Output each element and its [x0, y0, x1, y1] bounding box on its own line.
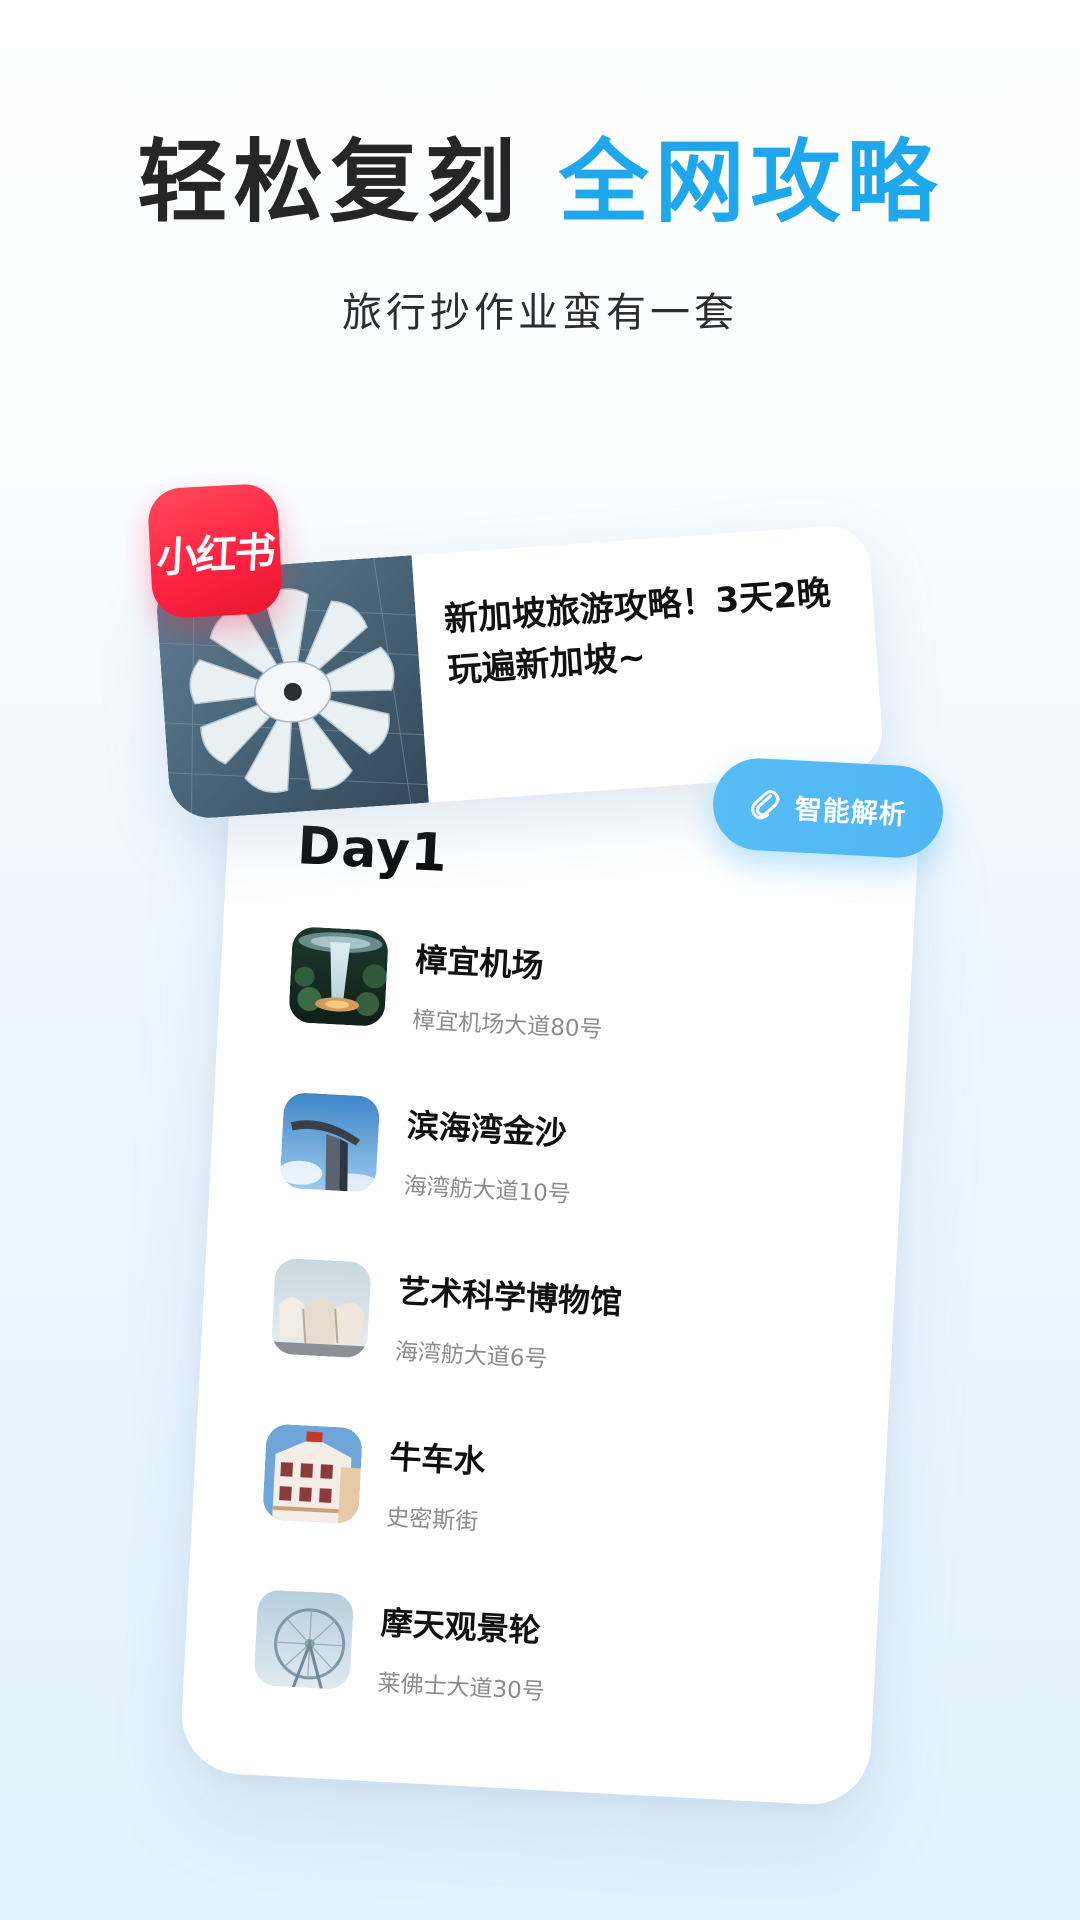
place-address: 海湾舫大道6号	[394, 1339, 549, 1373]
headline: 轻松复刻 全网攻略	[0, 138, 1080, 228]
place-address: 樟宜机场大道80号	[411, 1007, 604, 1044]
place-list: 樟宜机场 樟宜机场大道80号 滨海湾金沙 海湾舫大道10号 艺术科学博物馆 海湾…	[250, 926, 853, 1784]
place-name: 牛车水	[388, 1437, 487, 1481]
place-item-singapore-flyer[interactable]: 摩天观景轮 莱佛士大道30号	[250, 1589, 818, 1784]
paperclip-icon	[751, 790, 780, 820]
subtitle: 旅行抄作业蛮有一套	[342, 290, 738, 336]
place-address: 莱佛士大道30号	[376, 1670, 546, 1706]
headline-part-2: 全网攻略	[558, 130, 943, 235]
xiaohongshu-logo: 小红书	[146, 482, 284, 620]
chinatown-thumbnail	[262, 1423, 363, 1525]
place-item-chinatown[interactable]: 牛车水 史密斯街	[258, 1423, 826, 1618]
place-name: 摩天观景轮	[379, 1603, 542, 1650]
smart-parse-button[interactable]: 智能解析	[710, 756, 946, 860]
day-title: Day1	[295, 816, 450, 885]
changi-airport-thumbnail	[288, 926, 390, 1027]
place-address: 史密斯街	[385, 1504, 479, 1536]
place-address: 海湾舫大道10号	[403, 1173, 572, 1208]
post-title: 新加坡旅游攻略！3天2晚玩遍新加坡~	[442, 573, 832, 691]
marina-bay-sands-thumbnail	[279, 1091, 381, 1193]
xiaohongshu-logo-text: 小红书	[155, 527, 275, 583]
itinerary-card: Day1 樟宜机场 樟宜机场大道80号 滨海湾金沙 海湾舫大道10号 艺术科学博…	[178, 752, 922, 1808]
place-item-marina-bay-sands[interactable]: 滨海湾金沙 海湾舫大道10号	[276, 1091, 844, 1287]
headline-part-1: 轻松复刻	[137, 130, 522, 235]
artscience-museum-thumbnail	[270, 1257, 372, 1359]
smart-parse-label: 智能解析	[794, 793, 908, 831]
place-name: 樟宜机场	[414, 940, 545, 986]
place-item-artscience-museum[interactable]: 艺术科学博物馆 海湾舫大道6号	[267, 1257, 835, 1453]
place-item-changi-airport[interactable]: 樟宜机场 樟宜机场大道80号	[284, 926, 852, 1121]
place-name: 滨海湾金沙	[405, 1106, 568, 1153]
place-name: 艺术科学博物馆	[397, 1272, 623, 1322]
singapore-flyer-thumbnail	[253, 1589, 355, 1691]
